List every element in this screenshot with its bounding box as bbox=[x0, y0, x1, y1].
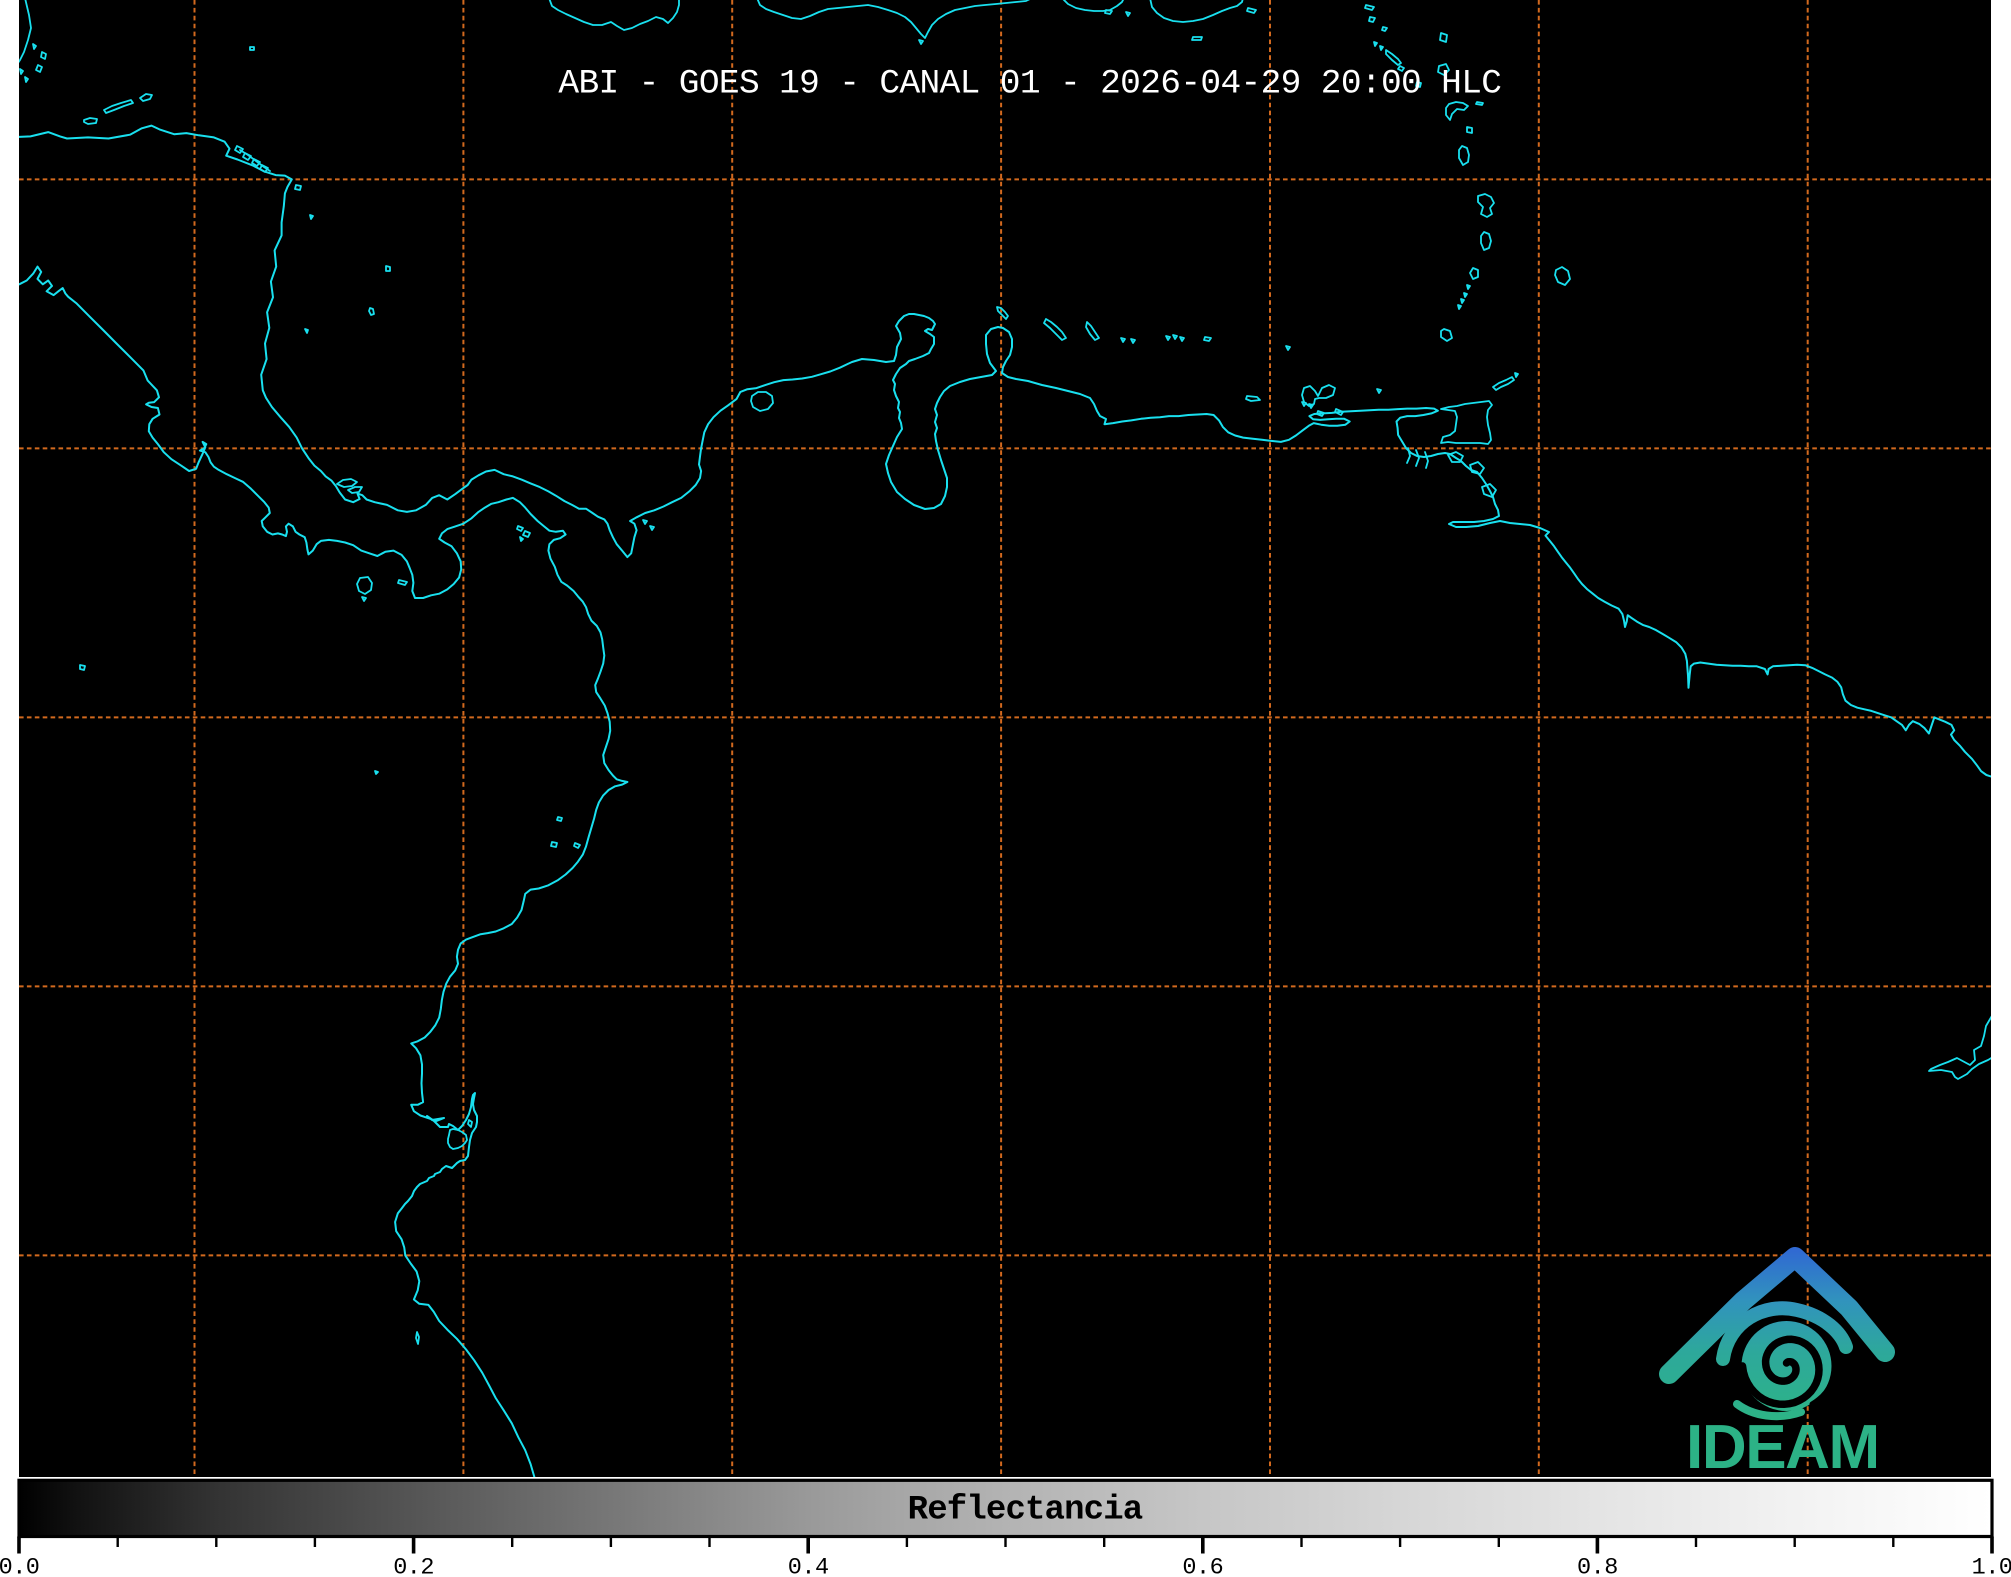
svg-text:1.0: 1.0 bbox=[1972, 1555, 2011, 1577]
svg-text:0.6: 0.6 bbox=[1182, 1555, 1223, 1577]
svg-text:ABI - GOES 19 - CANAL 01 - 202: ABI - GOES 19 - CANAL 01 - 2026-04-29 20… bbox=[558, 64, 1501, 103]
svg-text:0.0: 0.0 bbox=[0, 1555, 39, 1577]
svg-text:0.4: 0.4 bbox=[788, 1555, 829, 1577]
svg-text:IDEAM: IDEAM bbox=[1686, 1413, 1879, 1482]
svg-text:Reflectancia: Reflectancia bbox=[908, 1492, 1143, 1530]
svg-text:0.8: 0.8 bbox=[1577, 1555, 1618, 1577]
svg-text:0.2: 0.2 bbox=[393, 1555, 434, 1577]
